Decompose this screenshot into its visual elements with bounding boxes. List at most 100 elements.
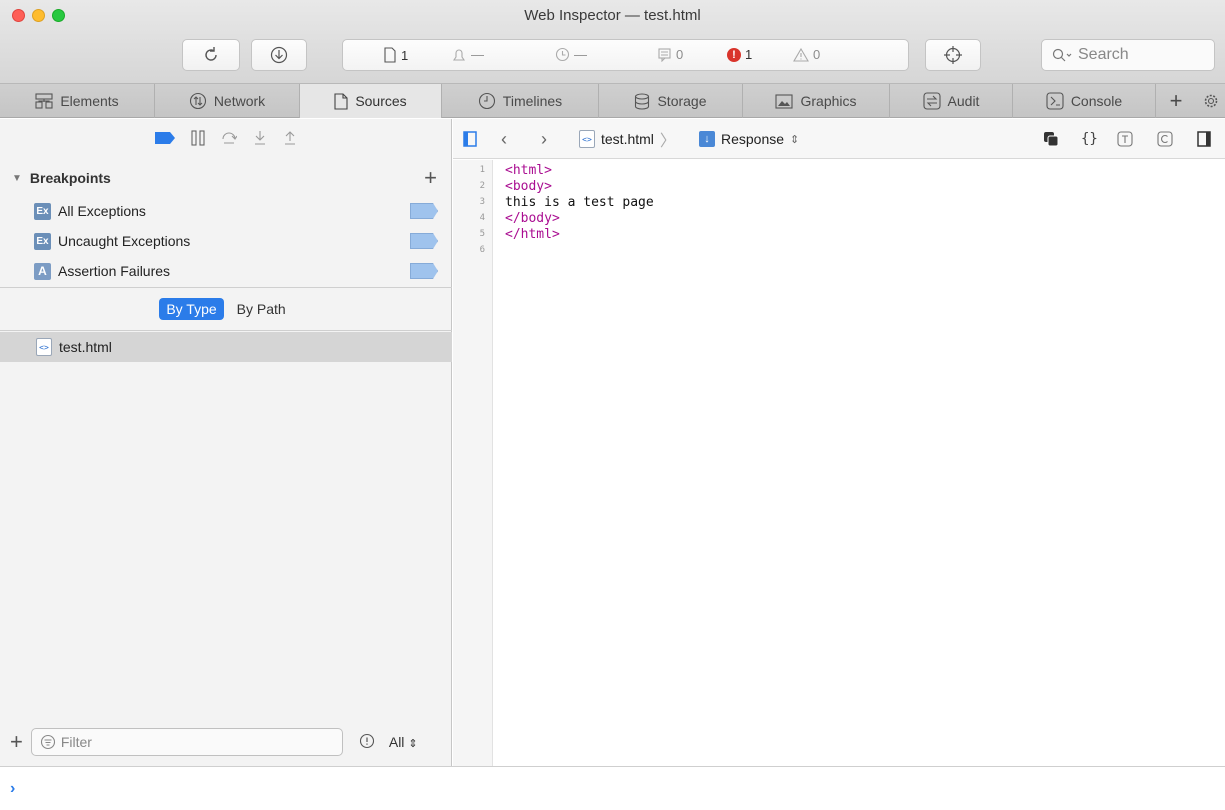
new-tab-button[interactable]: + <box>1156 84 1196 118</box>
step-into-button[interactable] <box>253 130 267 146</box>
html-file-icon: <> <box>579 130 595 148</box>
breakpoint-marker[interactable] <box>410 233 438 249</box>
storage-icon <box>635 92 650 110</box>
reload-icon <box>205 47 217 61</box>
content-editor: ‹ › <> test.html 〉 ↓ Response ⇕ {} 1 2 3… <box>453 119 1225 766</box>
download-button[interactable] <box>251 39 307 71</box>
filter-input[interactable]: Filter <box>30 728 343 756</box>
console-prompt-icon: › <box>10 779 16 797</box>
scope-by-type[interactable]: By Type <box>159 298 224 320</box>
resources-count[interactable]: 1 <box>383 47 408 63</box>
crosshair-icon <box>944 46 962 64</box>
search-input[interactable]: Search <box>1041 39 1215 71</box>
step-over-button[interactable] <box>221 131 237 145</box>
breakpoint-assertion-failures[interactable]: A Assertion Failures <box>0 256 452 286</box>
network-activity[interactable]: — <box>451 47 484 62</box>
errors-count[interactable]: ! 1 <box>727 47 752 62</box>
html-file-icon: <> <box>36 338 52 356</box>
step-over-icon <box>222 132 237 144</box>
tab-network[interactable]: Network <box>155 84 300 118</box>
chevron-right-icon: › <box>541 128 547 149</box>
overlapping-squares-icon <box>1044 132 1059 147</box>
graphics-icon <box>775 93 794 109</box>
quick-console[interactable]: › <box>0 766 1225 810</box>
issues-filter-button[interactable] <box>359 733 375 752</box>
reload-button[interactable] <box>182 39 240 71</box>
web-inspector-window: Web Inspector — test.html 1 — — 0 ! 1 0 … <box>0 0 1225 810</box>
warnings-count[interactable]: 0 <box>793 47 820 62</box>
gear-icon <box>1204 94 1217 108</box>
tab-graphics[interactable]: Graphics <box>743 84 890 118</box>
breakpoints-section-header[interactable]: ▼ Breakpoints <box>0 163 452 193</box>
line-number: 4 <box>479 213 485 223</box>
window-title: Web Inspector — test.html <box>524 7 701 24</box>
tab-bar: Elements Network Sources Timelines Stora… <box>0 84 1225 118</box>
add-resource-button[interactable]: + <box>10 729 23 755</box>
tab-audit[interactable]: Audit <box>890 84 1013 118</box>
code-line: <body> <box>505 179 552 194</box>
scope-bar: By Type By Path <box>0 295 452 323</box>
step-out-button[interactable] <box>283 130 297 146</box>
toggle-details-sidebar-button[interactable] <box>1197 119 1211 159</box>
breadcrumb-file[interactable]: <> test.html 〉 <box>579 119 676 159</box>
inspect-element-button[interactable] <box>925 39 981 71</box>
code-line: <html> <box>505 163 552 178</box>
filter-bar: + Filter All ⇕ <box>0 725 452 759</box>
assertion-icon: A <box>34 262 51 280</box>
filter-icon <box>40 734 55 750</box>
tab-sources[interactable]: Sources <box>300 84 442 118</box>
pause-icon <box>191 130 205 146</box>
line-number: 3 <box>479 197 485 207</box>
navigation-sidebar: ▼ Breakpoints + Ex All Exceptions Ex Unc… <box>0 119 452 766</box>
breakpoint-marker[interactable] <box>410 263 438 279</box>
activity-dashboard[interactable]: 1 — — 0 ! 1 0 <box>342 39 909 71</box>
breakpoint-arrow-icon <box>155 132 175 144</box>
pretty-print-button[interactable]: {} <box>1081 119 1098 159</box>
breakpoint-marker[interactable] <box>410 203 438 219</box>
add-breakpoint-button[interactable]: + <box>424 163 437 193</box>
show-coverage-button[interactable] <box>1157 119 1173 159</box>
breadcrumb-separator-icon: 〉 <box>659 133 676 150</box>
type-icon <box>1117 131 1133 147</box>
settings-button[interactable] <box>1196 84 1225 118</box>
load-time[interactable]: — <box>555 47 587 62</box>
download-icon <box>270 46 288 64</box>
tab-timelines[interactable]: Timelines <box>442 84 599 118</box>
breakpoints-toggle-button[interactable] <box>155 132 175 144</box>
curly-braces-icon: {} <box>1081 131 1098 147</box>
code-line: </body> <box>505 211 560 226</box>
back-button[interactable]: ‹ <box>501 119 507 159</box>
step-out-icon <box>285 131 295 145</box>
title-bar: Web Inspector — test.html 1 — — 0 ! 1 0 … <box>0 0 1225 84</box>
tab-storage[interactable]: Storage <box>599 84 743 118</box>
warning-icon <box>793 47 809 62</box>
pause-button[interactable] <box>191 130 205 146</box>
code-line: this is a test page <box>505 195 654 210</box>
resource-tree-item[interactable]: <> test.html <box>0 332 452 362</box>
step-into-icon <box>255 131 265 145</box>
line-number-gutter[interactable]: 1 2 3 4 5 6 <box>453 160 493 766</box>
sidebar-right-icon <box>1197 131 1211 147</box>
updown-chevron-icon: ⇕ <box>408 738 418 750</box>
forward-button[interactable]: › <box>541 119 547 159</box>
tab-console[interactable]: Console <box>1013 84 1156 118</box>
console-icon <box>1046 92 1064 110</box>
line-number: 1 <box>479 165 485 175</box>
line-number: 5 <box>479 229 485 239</box>
breakpoint-all-exceptions[interactable]: Ex All Exceptions <box>0 196 452 226</box>
code-line: </html> <box>505 227 560 242</box>
show-type-info-button[interactable] <box>1117 119 1133 159</box>
document-icon <box>384 47 396 63</box>
line-number: 6 <box>479 245 485 255</box>
toggle-sidebar-button[interactable] <box>463 119 477 159</box>
network-icon <box>189 92 206 110</box>
tab-elements[interactable]: Elements <box>0 84 155 118</box>
resource-type-select[interactable]: All ⇕ <box>389 734 418 750</box>
scope-by-path[interactable]: By Path <box>230 298 293 320</box>
logs-count[interactable]: 0 <box>657 47 683 62</box>
show-inline-images-button[interactable] <box>1043 119 1059 159</box>
updown-chevron-icon: ⇕ <box>790 133 800 146</box>
section-divider <box>0 287 452 288</box>
breakpoint-uncaught-exceptions[interactable]: Ex Uncaught Exceptions <box>0 226 452 256</box>
response-select[interactable]: ↓ Response ⇕ <box>699 119 799 159</box>
